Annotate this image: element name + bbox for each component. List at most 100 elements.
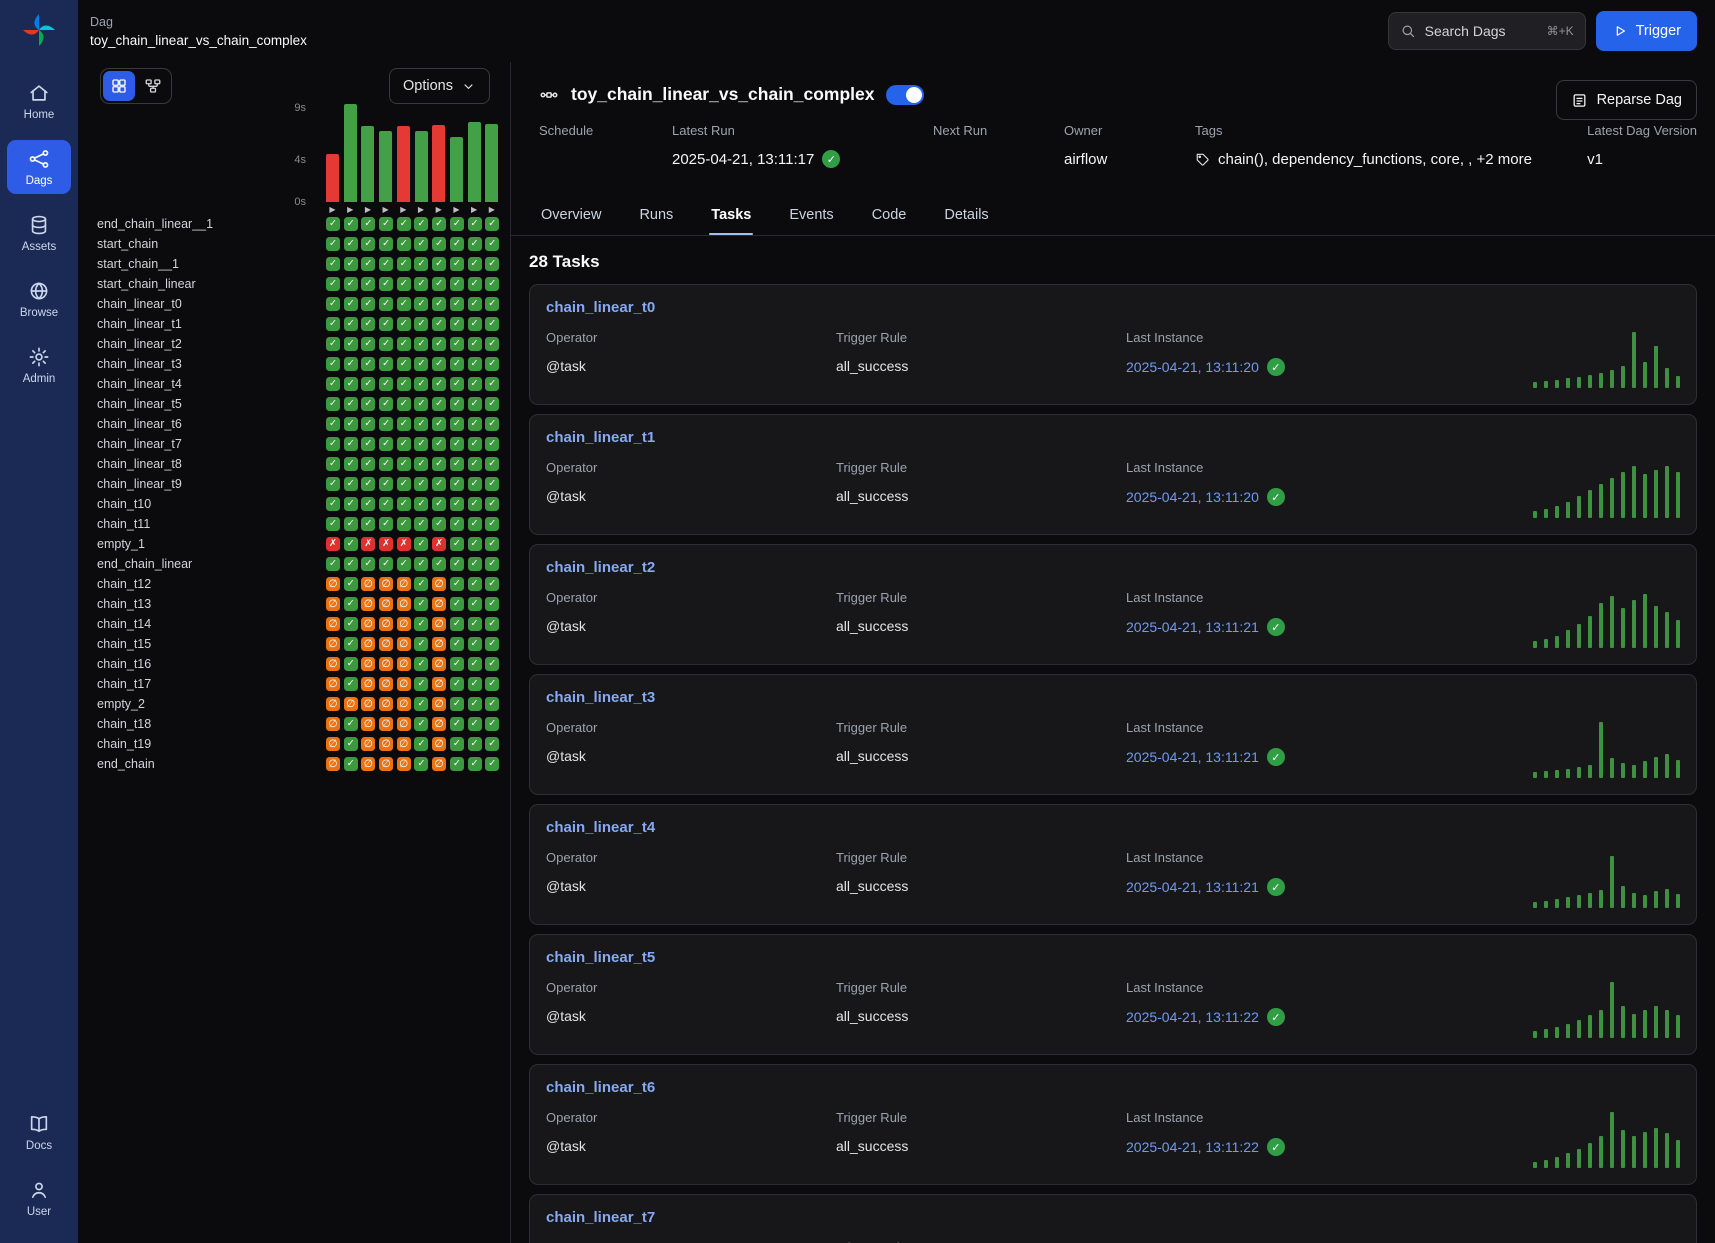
task-instance-success[interactable]: ✓ [450,677,464,691]
task-instance-success[interactable]: ✓ [379,497,393,511]
task-run-bar[interactable] [1566,630,1571,648]
graph-view-button[interactable] [137,71,169,101]
task-instance-upstream_failed[interactable]: ∅ [326,737,340,751]
last-instance-link[interactable]: 2025-04-21, 13:11:21✓ [1126,748,1285,766]
task-instance-success[interactable]: ✓ [432,297,446,311]
task-instance-success[interactable]: ✓ [361,237,375,251]
task-run-bar[interactable] [1555,1027,1560,1038]
task-instance-success[interactable]: ✓ [432,397,446,411]
task-instance-success[interactable]: ✓ [468,397,482,411]
task-instance-upstream_failed[interactable]: ∅ [326,677,340,691]
task-run-bar[interactable] [1544,771,1549,778]
task-instance-success[interactable]: ✓ [414,617,428,631]
tab-runs[interactable]: Runs [637,199,675,235]
task-instance-upstream_failed[interactable]: ∅ [326,697,340,711]
task-instance-upstream_failed[interactable]: ∅ [397,717,411,731]
task-instance-success[interactable]: ✓ [326,297,340,311]
task-instance-upstream_failed[interactable]: ∅ [361,757,375,771]
task-instance-success[interactable]: ✓ [414,217,428,231]
task-instance-success[interactable]: ✓ [485,237,499,251]
task-run-bar[interactable] [1654,1128,1659,1168]
task-instance-success[interactable]: ✓ [379,257,393,271]
reparse-dag-button[interactable]: Reparse Dag [1556,80,1697,120]
task-instance-upstream_failed[interactable]: ∅ [379,737,393,751]
task-instance-success[interactable]: ✓ [468,377,482,391]
task-instance-success[interactable]: ✓ [450,597,464,611]
task-name[interactable]: chain_linear_t9 [78,477,326,491]
task-instance-success[interactable]: ✓ [344,457,358,471]
sidebar-item-user[interactable]: User [7,1171,71,1225]
sidebar-item-browse[interactable]: Browse [7,272,71,326]
task-run-bar[interactable] [1588,1015,1593,1038]
task-instance-success[interactable]: ✓ [397,417,411,431]
task-instance-success[interactable]: ✓ [326,237,340,251]
task-run-bar[interactable] [1676,894,1681,908]
task-instance-success[interactable]: ✓ [468,617,482,631]
task-instance-success[interactable]: ✓ [414,257,428,271]
task-instance-upstream_failed[interactable]: ∅ [326,577,340,591]
run-duration-bar[interactable] [450,137,463,202]
task-run-bar[interactable] [1588,375,1593,388]
task-instance-upstream_failed[interactable]: ∅ [397,757,411,771]
options-button[interactable]: Options [389,68,490,104]
task-instance-failed[interactable]: ✗ [397,537,411,551]
task-instance-success[interactable]: ✓ [361,257,375,271]
task-instance-success[interactable]: ✓ [326,477,340,491]
task-instance-failed[interactable]: ✗ [379,537,393,551]
last-instance-link[interactable]: 2025-04-21, 13:11:22✓ [1126,1008,1285,1026]
task-instance-success[interactable]: ✓ [468,597,482,611]
task-instance-upstream_failed[interactable]: ∅ [361,697,375,711]
task-name[interactable]: chain_t16 [78,657,326,671]
task-instance-success[interactable]: ✓ [344,757,358,771]
task-instance-success[interactable]: ✓ [468,477,482,491]
task-run-bar[interactable] [1577,1020,1582,1038]
task-instance-success[interactable]: ✓ [485,737,499,751]
task-instance-success[interactable]: ✓ [432,457,446,471]
last-instance-link[interactable]: 2025-04-21, 13:11:22✓ [1126,1138,1285,1156]
task-instance-success[interactable]: ✓ [485,317,499,331]
task-instance-upstream_failed[interactable]: ∅ [326,617,340,631]
task-run-bar[interactable] [1665,466,1670,518]
task-run-bar[interactable] [1544,639,1549,648]
task-instance-success[interactable]: ✓ [326,377,340,391]
task-instance-upstream_failed[interactable]: ∅ [379,717,393,731]
task-run-bar[interactable] [1566,502,1571,518]
task-instance-upstream_failed[interactable]: ∅ [397,677,411,691]
task-instance-success[interactable]: ✓ [432,357,446,371]
task-instance-success[interactable]: ✓ [326,437,340,451]
task-run-bar[interactable] [1533,1031,1538,1038]
task-instance-success[interactable]: ✓ [344,717,358,731]
task-instance-success[interactable]: ✓ [485,577,499,591]
task-instance-upstream_failed[interactable]: ∅ [326,597,340,611]
task-instance-success[interactable]: ✓ [414,677,428,691]
search-dags-button[interactable]: Search Dags ⌘+K [1388,12,1586,50]
task-instance-success[interactable]: ✓ [450,397,464,411]
task-instance-upstream_failed[interactable]: ∅ [379,757,393,771]
task-instance-success[interactable]: ✓ [485,717,499,731]
task-run-bar[interactable] [1577,624,1582,648]
task-name[interactable]: end_chain_linear [78,557,326,571]
task-instance-success[interactable]: ✓ [379,517,393,531]
task-run-bar[interactable] [1643,1010,1648,1038]
task-name-link[interactable]: chain_linear_t0 [546,299,655,316]
task-instance-success[interactable]: ✓ [344,537,358,551]
task-instance-success[interactable]: ✓ [326,417,340,431]
task-run-bar[interactable] [1643,362,1648,388]
task-instance-success[interactable]: ✓ [450,417,464,431]
task-instance-success[interactable]: ✓ [361,357,375,371]
task-instance-success[interactable]: ✓ [450,537,464,551]
task-instance-success[interactable]: ✓ [344,377,358,391]
task-instance-upstream_failed[interactable]: ∅ [379,657,393,671]
run-duration-bar[interactable] [379,131,392,202]
task-instance-success[interactable]: ✓ [344,297,358,311]
task-run-bar[interactable] [1621,886,1626,908]
task-instance-success[interactable]: ✓ [468,357,482,371]
task-instance-success[interactable]: ✓ [468,637,482,651]
task-instance-success[interactable]: ✓ [361,457,375,471]
task-instance-failed[interactable]: ✗ [432,537,446,551]
last-instance-link[interactable]: 2025-04-21, 13:11:20✓ [1126,488,1285,506]
task-instance-upstream_failed[interactable]: ∅ [326,717,340,731]
task-instance-success[interactable]: ✓ [450,457,464,471]
task-instance-upstream_failed[interactable]: ∅ [432,677,446,691]
task-run-bar[interactable] [1654,606,1659,648]
